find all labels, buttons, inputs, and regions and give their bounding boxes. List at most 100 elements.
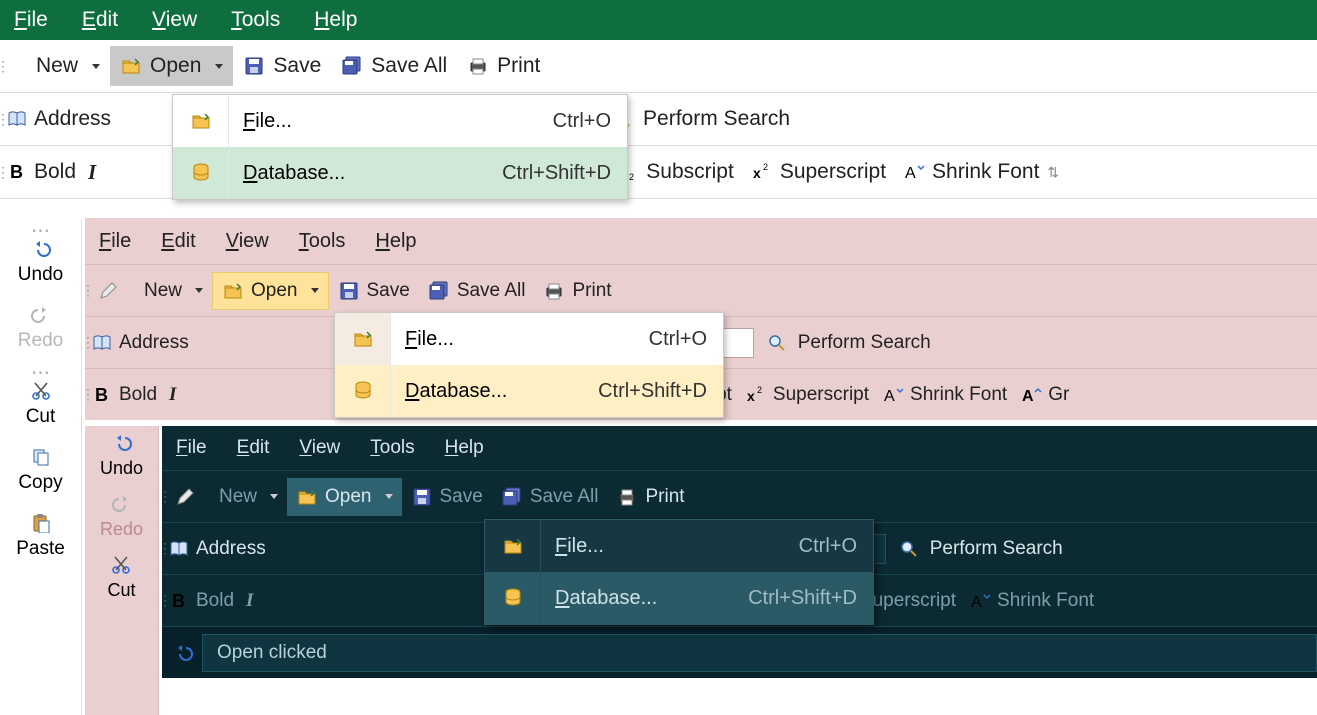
undo-button[interactable]: Undo: [0, 230, 81, 296]
superscript-button[interactable]: Superscript: [773, 384, 869, 406]
subscript-button[interactable]: Subscript: [646, 160, 734, 184]
menu-help[interactable]: Help: [375, 230, 416, 253]
open-dropdown-menu: File... Ctrl+O Database... Ctrl+Shift+D: [172, 94, 628, 200]
printer-icon: [467, 55, 489, 77]
menu-item-open-file[interactable]: File... Ctrl+O: [173, 95, 627, 147]
grip-handle[interactable]: [0, 362, 81, 372]
open-button[interactable]: Open: [110, 46, 233, 86]
save-icon: [411, 486, 433, 508]
menu-file[interactable]: File: [176, 437, 207, 459]
shrink-font-button[interactable]: Shrink Font: [910, 384, 1007, 406]
print-button[interactable]: Print: [457, 46, 550, 86]
superscript-button[interactable]: Superscript: [860, 590, 956, 612]
save-all-icon: [428, 280, 450, 302]
menu-file[interactable]: File: [99, 230, 131, 253]
save-all-button[interactable]: Save All: [419, 272, 535, 310]
menu-view[interactable]: View: [299, 437, 340, 459]
printer-icon: [543, 280, 565, 302]
redo-button[interactable]: Redo: [0, 296, 81, 362]
redo-button[interactable]: Redo: [100, 487, 143, 548]
address-book-icon: [168, 538, 190, 560]
save-all-icon: [341, 55, 363, 77]
menu-edit[interactable]: Edit: [161, 230, 195, 253]
bold-button[interactable]: Bold: [196, 590, 234, 612]
menu-item-open-database[interactable]: Database... Ctrl+Shift+D: [335, 365, 723, 417]
menu-tools[interactable]: Tools: [299, 230, 346, 253]
menu-edit[interactable]: Edit: [237, 437, 270, 459]
menu-item-open-file[interactable]: File... Ctrl+O: [485, 520, 873, 572]
vertical-toolbar: Undo Redo Cut: [85, 426, 159, 715]
menu-help[interactable]: Help: [314, 8, 357, 32]
shortcut-label: Ctrl+Shift+D: [598, 380, 723, 403]
spin-control[interactable]: ⇅: [1047, 164, 1059, 181]
grip-handle[interactable]: [162, 484, 168, 510]
paste-button[interactable]: Paste: [0, 504, 81, 570]
save-button[interactable]: Save: [329, 272, 419, 310]
italic-icon[interactable]: I: [169, 384, 176, 406]
undo-icon: [30, 238, 52, 260]
save-icon: [338, 280, 360, 302]
copy-button[interactable]: Copy: [0, 438, 81, 504]
clipboard-paste-icon: [30, 512, 52, 534]
perform-search-button[interactable]: Perform Search: [930, 538, 1063, 560]
scissors-icon: [110, 554, 132, 576]
menubar: File Edit View Tools Help: [0, 0, 1317, 40]
italic-icon[interactable]: I: [88, 160, 96, 185]
menu-file[interactable]: File: [14, 8, 48, 32]
shortcut-label: Ctrl+O: [799, 535, 873, 558]
italic-icon[interactable]: I: [246, 590, 253, 612]
address-label: Address: [196, 538, 266, 560]
menu-view[interactable]: View: [226, 230, 269, 253]
cut-button[interactable]: Cut: [107, 548, 135, 609]
toolbar-main: New Open Save Save All Print: [0, 40, 1317, 93]
menu-tools[interactable]: Tools: [231, 8, 280, 32]
save-all-icon: [501, 486, 523, 508]
perform-search-button[interactable]: Perform Search: [798, 332, 931, 354]
save-all-button[interactable]: Save All: [492, 478, 608, 516]
perform-search-button[interactable]: Perform Search: [643, 107, 790, 131]
save-button[interactable]: Save: [233, 46, 331, 86]
menubar: File Edit View Tools Help: [162, 426, 1317, 470]
shrink-font-button[interactable]: Shrink Font: [932, 160, 1039, 184]
folder-open-icon: [222, 280, 244, 302]
save-button[interactable]: Save: [402, 478, 492, 516]
bold-button[interactable]: Bold: [34, 160, 76, 184]
cut-button[interactable]: Cut: [0, 372, 81, 438]
folder-open-icon: [120, 55, 142, 77]
bold-icon: [6, 161, 28, 183]
menu-item-open-database[interactable]: Database... Ctrl+Shift+D: [485, 572, 873, 624]
new-button[interactable]: New: [26, 46, 110, 86]
bold-button[interactable]: Bold: [119, 384, 157, 406]
open-dropdown-menu: File... Ctrl+O Database... Ctrl+Shift+D: [484, 519, 874, 625]
new-button[interactable]: New: [135, 272, 212, 310]
database-icon: [352, 380, 374, 402]
search-icon: [766, 332, 788, 354]
print-button[interactable]: Print: [607, 478, 693, 516]
superscript-button[interactable]: Superscript: [780, 160, 886, 184]
grip-handle[interactable]: [0, 53, 6, 79]
menu-item-open-file[interactable]: File... Ctrl+O: [335, 313, 723, 365]
grip-handle[interactable]: [0, 220, 81, 230]
save-all-button[interactable]: Save All: [331, 46, 457, 86]
grow-font-icon: [1021, 384, 1043, 406]
new-button[interactable]: New: [210, 478, 287, 516]
command-output[interactable]: Open clicked: [202, 634, 1317, 672]
undo-button[interactable]: Undo: [100, 426, 143, 487]
open-button[interactable]: Open: [212, 272, 328, 310]
pencil-icon[interactable]: [97, 280, 119, 302]
menu-edit[interactable]: Edit: [82, 8, 118, 32]
menu-item-open-database[interactable]: Database... Ctrl+Shift+D: [173, 147, 627, 199]
grow-font-button-partial[interactable]: Gr: [1048, 384, 1069, 406]
menu-view[interactable]: View: [152, 8, 197, 32]
open-button[interactable]: Open: [287, 478, 401, 516]
pencil-icon[interactable]: [174, 486, 196, 508]
print-button[interactable]: Print: [534, 272, 620, 310]
undo-icon: [111, 432, 133, 454]
scissors-icon: [30, 380, 52, 402]
grip-handle[interactable]: [85, 278, 91, 304]
menu-help[interactable]: Help: [445, 437, 484, 459]
undo-icon[interactable]: [172, 642, 194, 664]
menubar: File Edit View Tools Help: [85, 218, 1317, 264]
shrink-font-button[interactable]: Shrink Font: [997, 590, 1094, 612]
menu-tools[interactable]: Tools: [370, 437, 414, 459]
